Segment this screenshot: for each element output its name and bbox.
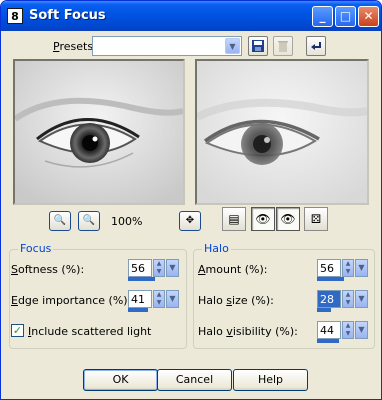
halo-visibility-spinner[interactable]: 44 ▲ ▼ ▼ — [317, 321, 369, 343]
save-preset-icon — [252, 40, 264, 52]
halo-visibility-level-bar — [317, 339, 339, 343]
halo-visibility-input[interactable]: 44 — [317, 321, 341, 339]
move-icon: ✥ — [185, 215, 195, 226]
amount-label: Amount (%): — [198, 263, 268, 276]
minimize-button[interactable]: _ — [312, 6, 333, 27]
zoom-out-icon: 🔍 — [53, 215, 67, 226]
spin-arrows-icon[interactable]: ▲ ▼ — [342, 290, 354, 308]
app-icon: 8 — [7, 8, 23, 24]
edge-importance-input[interactable]: 41 — [128, 290, 152, 308]
zoom-level: 100% — [111, 215, 143, 228]
halo-size-input[interactable]: 28 — [317, 290, 341, 308]
amount-spinner[interactable]: 56 ▲ ▼ ▼ — [317, 259, 369, 281]
maximize-button[interactable]: □ — [335, 6, 356, 27]
dice-icon: ⚄ — [310, 212, 322, 226]
save-preset-button[interactable] — [248, 36, 268, 56]
softness-input[interactable]: 56 — [128, 259, 152, 277]
softness-label: Softness (%): — [11, 263, 85, 276]
eye-view-button[interactable]: 👁 — [276, 207, 300, 231]
spin-arrows-icon[interactable]: ▲ ▼ — [342, 259, 354, 277]
cancel-button[interactable]: Cancel — [157, 369, 232, 391]
chevron-down-icon[interactable]: ▼ — [225, 38, 240, 54]
halo-group-title: Halo — [202, 242, 231, 255]
eye-image-original — [15, 61, 183, 203]
eye-image-result — [197, 61, 367, 203]
chevron-down-icon[interactable]: ▼ — [355, 321, 368, 339]
spin-arrows-icon[interactable]: ▲ ▼ — [153, 259, 165, 277]
spin-arrows-icon[interactable]: ▲ ▼ — [153, 290, 165, 308]
scattered-light-label[interactable]: Include scattered light — [28, 325, 151, 338]
presets-label: Presets: — [53, 40, 97, 53]
eye-dropper-icon: 👁 — [255, 212, 271, 226]
soft-focus-dialog: 8 Soft Focus _ □ ✕ Presets: ▼ 🔍 🔍 100% ✥… — [0, 0, 382, 400]
scattered-light-checkbox[interactable]: ✓ — [11, 324, 24, 337]
reset-icon — [311, 42, 321, 50]
halo-size-level-bar — [317, 308, 331, 312]
zoom-out-button[interactable]: 🔍 — [49, 211, 71, 231]
eye-icon: 👁 — [280, 212, 296, 226]
softness-level-bar — [128, 277, 155, 281]
chevron-down-icon[interactable]: ▼ — [166, 290, 179, 308]
result-preview[interactable] — [195, 59, 369, 205]
edge-importance-level-bar — [128, 308, 148, 312]
amount-level-bar — [317, 277, 344, 281]
halo-size-label: Halo size (%): — [198, 294, 274, 307]
proof-toggle-button[interactable]: ▤ — [222, 207, 246, 231]
edge-importance-label: Edge importance (%): — [11, 294, 132, 307]
spin-arrows-icon[interactable]: ▲ ▼ — [342, 321, 354, 339]
delete-preset-button[interactable] — [273, 36, 293, 56]
delete-preset-icon — [278, 41, 288, 52]
help-button[interactable]: Help — [233, 369, 308, 391]
edge-importance-spinner[interactable]: 41 ▲ ▼ ▼ — [128, 290, 180, 312]
reset-button[interactable] — [306, 36, 326, 56]
title-bar[interactable]: 8 Soft Focus _ □ ✕ — [1, 1, 381, 31]
softness-spinner[interactable]: 56 ▲ ▼ ▼ — [128, 259, 180, 281]
original-preview[interactable] — [13, 59, 185, 205]
eye-tool-button[interactable]: 👁 — [251, 207, 275, 231]
close-button[interactable]: ✕ — [358, 6, 379, 27]
pan-button[interactable]: ✥ — [179, 211, 201, 231]
randomize-button[interactable]: ⚄ — [304, 207, 328, 231]
zoom-in-icon: 🔍 — [82, 215, 96, 226]
proof-icon: ▤ — [228, 212, 240, 226]
amount-input[interactable]: 56 — [317, 259, 341, 277]
focus-group-title: Focus — [18, 242, 54, 255]
presets-dropdown[interactable]: ▼ — [92, 36, 242, 56]
halo-size-spinner[interactable]: 28 ▲ ▼ ▼ — [317, 290, 369, 312]
chevron-down-icon[interactable]: ▼ — [355, 290, 368, 308]
zoom-in-button[interactable]: 🔍 — [78, 211, 100, 231]
chevron-down-icon[interactable]: ▼ — [355, 259, 368, 277]
chevron-down-icon[interactable]: ▼ — [166, 259, 179, 277]
ok-button[interactable]: OK — [83, 369, 158, 391]
halo-visibility-label: Halo visibility (%): — [198, 325, 298, 338]
window-title: Soft Focus — [29, 8, 106, 23]
